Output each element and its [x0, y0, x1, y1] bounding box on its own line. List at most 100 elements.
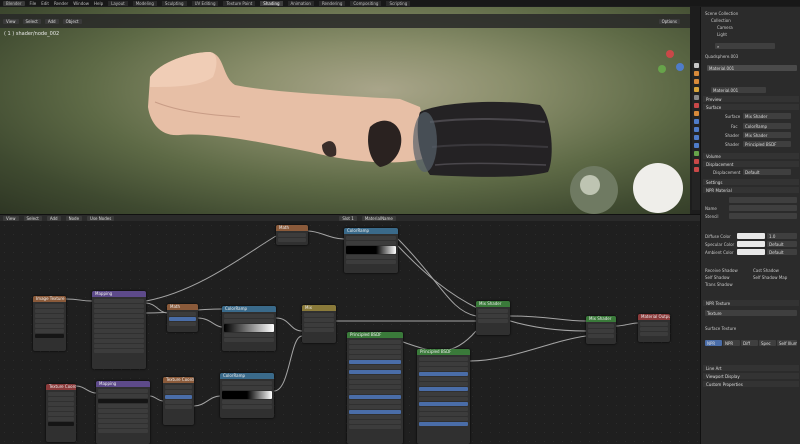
outliner-camera[interactable]: Camera [717, 24, 733, 31]
node-math[interactable]: Math [167, 304, 198, 332]
viewport-add-menu[interactable]: Add [44, 18, 59, 24]
npr-texture-header[interactable]: NPR Texture [703, 300, 799, 306]
npr-field-2[interactable] [729, 205, 797, 211]
menu-help[interactable]: Help [94, 1, 103, 6]
diffuse-swatch[interactable] [737, 233, 765, 239]
tab-texture-paint[interactable]: Texture Paint [223, 0, 256, 6]
ambient-value[interactable]: Default [767, 249, 797, 255]
shadow-option-5[interactable]: Trans Shadow [705, 281, 733, 288]
menu-render[interactable]: Render [54, 1, 68, 6]
npr-field-1[interactable] [729, 197, 797, 203]
node-mix-shader[interactable]: Mix Shader [476, 301, 510, 335]
section-surface[interactable]: Surface [703, 104, 799, 110]
shadow-option-2[interactable]: Cast Shadow [753, 267, 779, 274]
view-layer-icon[interactable] [693, 87, 699, 92]
node-colorramp[interactable]: ColorRamp [222, 306, 276, 351]
menu-file[interactable]: File [30, 1, 37, 6]
node-node-menu[interactable]: Node [65, 215, 83, 221]
texture-icon[interactable] [693, 167, 699, 172]
node-principled-bsdf-2[interactable]: Principled BSDF [417, 349, 470, 444]
node-mapping[interactable]: Mapping [92, 291, 146, 369]
tex-tab-1[interactable]: NPR [705, 340, 722, 346]
data-icon[interactable] [693, 151, 699, 156]
node-colorramp-2[interactable]: ColorRamp [220, 373, 274, 418]
specular-value[interactable]: Default [767, 241, 797, 247]
diffuse-value[interactable]: 1.0 [767, 233, 797, 239]
physics-icon[interactable] [693, 135, 699, 140]
menu-window[interactable]: Window [73, 1, 89, 6]
particles-icon[interactable] [693, 127, 699, 132]
node-mapping-2[interactable]: Mapping [96, 381, 150, 444]
tab-modeling[interactable]: Modeling [132, 0, 157, 6]
surface-value[interactable]: Mix Shader [743, 113, 791, 119]
outliner-collection[interactable]: Collection [711, 17, 731, 24]
tab-animation[interactable]: Animation [287, 0, 314, 6]
node-view-menu[interactable]: View [3, 215, 19, 221]
tex-tab-5[interactable]: Self Illum. [777, 340, 797, 346]
modifier-icon[interactable] [693, 119, 699, 124]
tab-shading[interactable]: Shading [260, 0, 283, 6]
node-texture-coordinate[interactable]: Texture Coordinate [46, 384, 76, 442]
shader1-value[interactable]: Mix Shader [743, 132, 791, 138]
fac-value[interactable]: ColorRamp [743, 123, 791, 129]
viewport-object-menu[interactable]: Object [62, 18, 82, 24]
shadow-option-1[interactable]: Receive Shadow [705, 267, 738, 274]
npr-field-3[interactable] [729, 213, 797, 219]
specular-swatch[interactable] [737, 241, 765, 247]
node-image-texture[interactable]: Image Texture [33, 296, 66, 351]
tex-tab-4[interactable]: Spec [759, 340, 776, 346]
output-icon[interactable] [693, 79, 699, 84]
tex-tab-2[interactable]: NPR [723, 340, 740, 346]
render-icon[interactable] [693, 71, 699, 76]
node-math-2[interactable]: Texture Coordinate [163, 377, 194, 425]
tab-compositing[interactable]: Compositing [350, 0, 382, 6]
viewport-options[interactable]: Options [658, 18, 680, 24]
tab-sculpting[interactable]: Sculpting [161, 0, 187, 6]
menu-edit[interactable]: Edit [41, 1, 49, 6]
node-math-top[interactable]: Math [276, 225, 308, 245]
shader2-value[interactable]: Principled BSDF [743, 141, 791, 147]
node-mix-shader-final[interactable]: Mix Shader [586, 316, 616, 344]
section-custom-properties[interactable]: Custom Properties [703, 381, 799, 387]
node-editor-canvas[interactable]: Image Texture Mapping Math ColorRamp Mix… [0, 221, 700, 444]
outliner-light[interactable]: Light [717, 31, 727, 38]
npr-material-header[interactable]: NPR Material [703, 187, 799, 193]
viewport-view-menu[interactable]: View [3, 18, 19, 24]
tex-tab-3[interactable]: Diff [741, 340, 758, 346]
scene-icon[interactable] [693, 95, 699, 100]
object-icon[interactable] [693, 111, 699, 116]
section-line-art[interactable]: Line Art [703, 365, 799, 371]
node-add-menu[interactable]: Add [46, 215, 61, 221]
use-nodes-toggle[interactable]: Use Nodes [87, 215, 115, 221]
section-preview[interactable]: Preview [703, 96, 799, 102]
tool-icon[interactable] [693, 63, 699, 68]
tab-scripting[interactable]: Scripting [386, 0, 411, 6]
tab-rendering[interactable]: Rendering [318, 0, 346, 6]
world-icon[interactable] [693, 103, 699, 108]
section-settings[interactable]: Settings [703, 179, 799, 185]
shadow-option-4[interactable]: Self Shadow Map [753, 274, 787, 281]
material-name-field[interactable]: MaterialName [361, 215, 396, 221]
material-icon[interactable] [693, 159, 699, 164]
section-volume[interactable]: Volume [703, 153, 799, 159]
ambient-swatch[interactable] [737, 249, 765, 255]
tab-layout[interactable]: Layout [108, 0, 128, 6]
section-viewport-display[interactable]: Viewport Display [703, 373, 799, 379]
viewport-3d[interactable]: View Select Add Object Options ( 1 ) sha… [0, 7, 690, 214]
node-principled-bsdf[interactable]: Principled BSDF [347, 332, 403, 444]
shadow-option-3[interactable]: Self Shadow [705, 274, 730, 281]
menu-blender[interactable]: Blender [3, 0, 25, 6]
node-material-output[interactable]: Material Output [638, 314, 670, 342]
tab-uv-editing[interactable]: UV Editing [191, 0, 219, 6]
search-field[interactable]: ⌕ [715, 43, 775, 49]
displacement-value[interactable]: Default [743, 169, 791, 175]
slot-selector[interactable]: Slot 1 [339, 215, 357, 221]
node-mix[interactable]: Mix [302, 305, 336, 343]
viewport-select-menu[interactable]: Select [22, 18, 41, 24]
constraints-icon[interactable] [693, 143, 699, 148]
material-selector[interactable]: Material.001 [711, 87, 766, 93]
texture-slot[interactable]: Texture [705, 310, 797, 316]
outliner-scene-collection[interactable]: Scene Collection [705, 10, 738, 17]
node-colorramp-top[interactable]: ColorRamp [344, 228, 398, 273]
node-select-menu[interactable]: Select [23, 215, 42, 221]
